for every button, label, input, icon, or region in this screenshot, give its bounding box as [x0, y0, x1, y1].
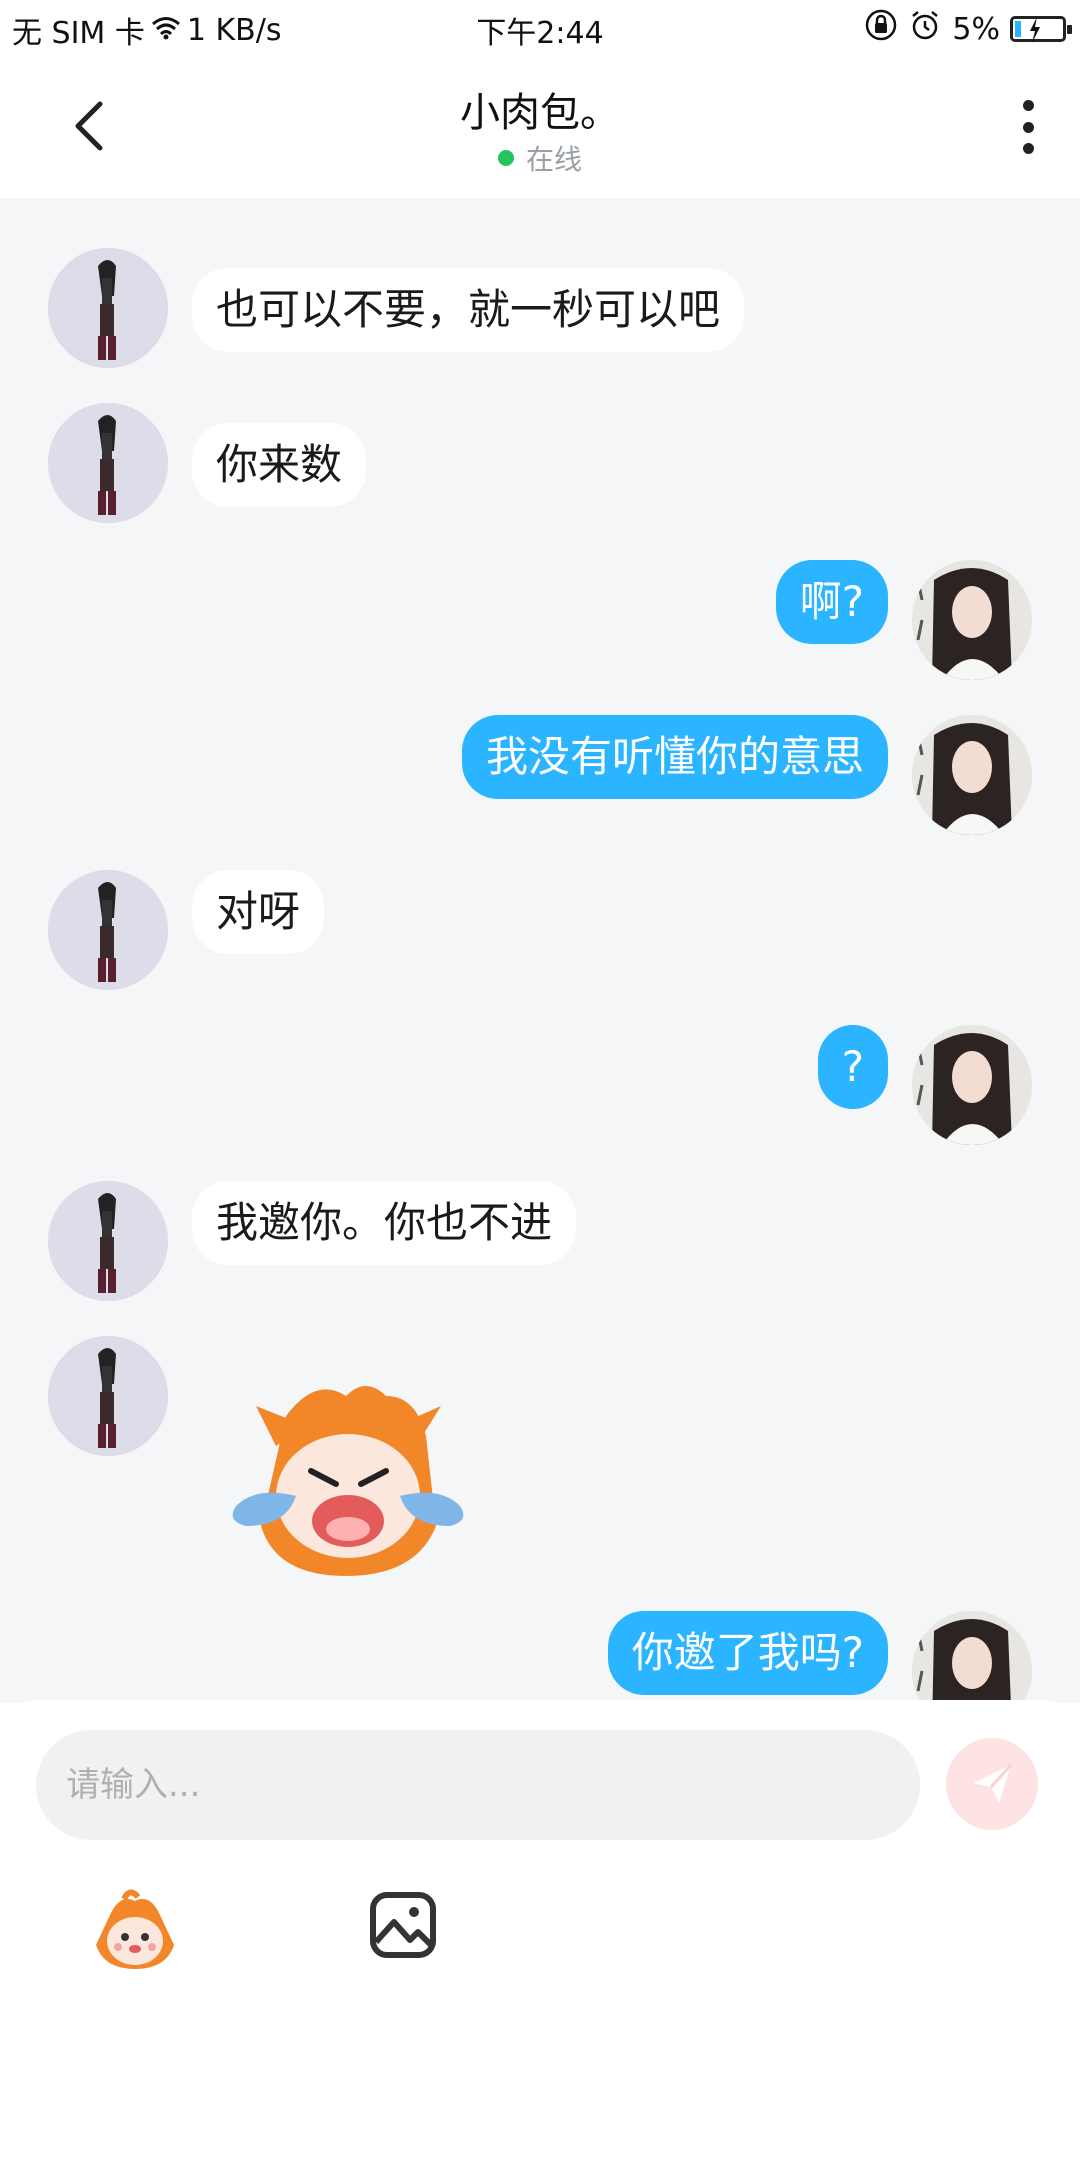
message-bubble[interactable]: 啊?: [775, 560, 888, 644]
image-icon: [370, 1892, 436, 1958]
online-status-text: 在线: [525, 143, 582, 176]
message-input[interactable]: [36, 1730, 920, 1840]
more-vertical-icon: [1022, 100, 1034, 111]
anime-girl-avatar-image: [48, 870, 168, 990]
message-bubble[interactable]: 也可以不要，就一秒可以吧: [192, 268, 745, 352]
contact-avatar[interactable]: [48, 403, 168, 523]
contact-avatar[interactable]: [48, 248, 168, 368]
message-bubble[interactable]: 我没有听懂你的意思: [461, 715, 888, 799]
contact-avatar[interactable]: [48, 1181, 168, 1301]
contact-avatar[interactable]: [48, 870, 168, 990]
mascot-emoji-icon: [96, 1889, 174, 1969]
user-avatar[interactable]: [912, 560, 1032, 680]
rotation-lock-icon: [864, 8, 898, 50]
paper-plane-icon: [973, 1763, 1013, 1803]
battery-icon: [1010, 16, 1072, 43]
online-status: 在线: [0, 138, 1080, 178]
online-dot: [497, 150, 514, 166]
battery-percent: 5%: [952, 11, 1000, 47]
message-bubble[interactable]: 你邀了我吗?: [607, 1611, 888, 1695]
user-portrait-avatar-image: [912, 1611, 1032, 1703]
message-bubble[interactable]: ?: [817, 1025, 888, 1109]
contact-name: 小肉包。: [460, 90, 620, 136]
user-portrait-avatar-image: [912, 1025, 1032, 1145]
contact-avatar[interactable]: [48, 1336, 168, 1456]
user-avatar[interactable]: [912, 715, 1032, 835]
anime-girl-avatar-image: [48, 403, 168, 523]
anime-girl-avatar-image: [48, 1336, 168, 1456]
chat-header: 小肉包。 在线: [0, 56, 1080, 198]
user-avatar[interactable]: [912, 1611, 1032, 1703]
user-portrait-avatar-image: [912, 715, 1032, 835]
alarm-icon: [908, 8, 942, 50]
message-bubble[interactable]: 对呀: [192, 870, 325, 954]
emoji-button[interactable]: [90, 1885, 180, 1975]
crying-mascot-sticker[interactable]: [216, 1376, 480, 1586]
input-panel: [0, 1700, 1080, 2160]
message-bubble[interactable]: 我邀你。你也不进: [192, 1181, 577, 1265]
status-bar: 无 SIM 卡 1 KB/s 下午2:44 5%: [0, 0, 1080, 56]
user-portrait-avatar-image: [912, 560, 1032, 680]
message-list[interactable]: 也可以不要，就一秒可以吧 你来数 啊? 我没有听懂你的意思 对呀 ? 我邀你。你…: [0, 198, 1080, 1703]
more-options-button[interactable]: [1020, 100, 1036, 154]
send-button[interactable]: [946, 1738, 1038, 1830]
anime-girl-avatar-image: [48, 248, 168, 368]
message-bubble[interactable]: 你来数: [192, 423, 367, 507]
user-avatar[interactable]: [912, 1025, 1032, 1145]
image-button[interactable]: [368, 1890, 438, 1960]
anime-girl-avatar-image: [48, 1181, 168, 1301]
